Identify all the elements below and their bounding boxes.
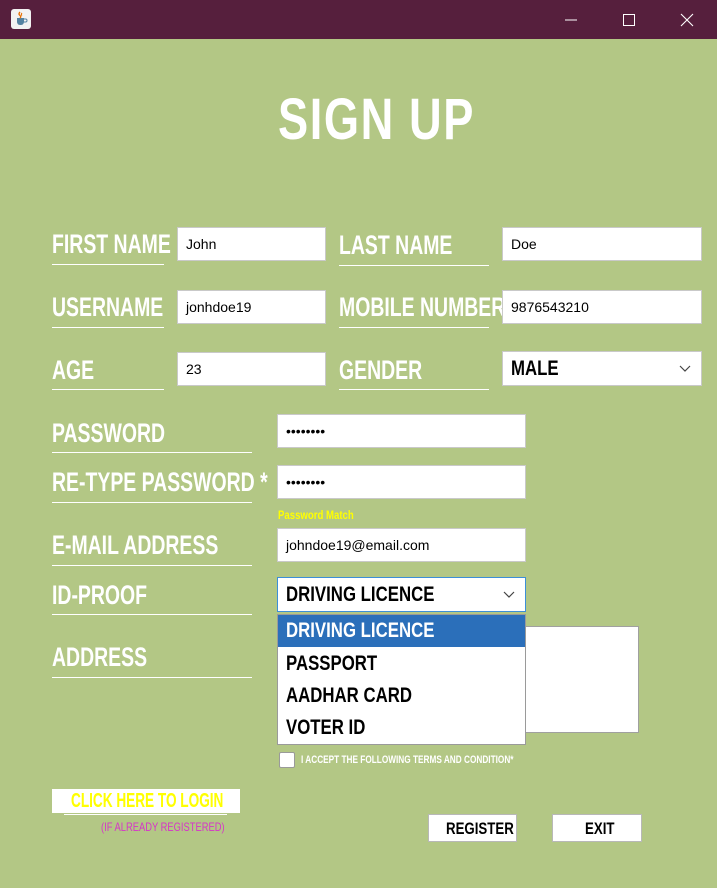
- chevron-down-icon: [503, 591, 515, 598]
- id-proof-selected-value: DRIVING LICENCE: [286, 583, 435, 606]
- retype-password-label: RE-TYPE PASSWORD *: [52, 467, 268, 497]
- minimize-button[interactable]: [542, 0, 600, 39]
- chevron-down-icon: [679, 365, 691, 372]
- address-label: ADDRESS: [52, 642, 148, 672]
- maximize-icon: [623, 14, 635, 26]
- signup-window: SIGN UP FIRST NAME John LAST NAME Doe US…: [0, 0, 717, 888]
- id-proof-option[interactable]: DRIVING LICENCE: [278, 615, 525, 647]
- close-icon: [680, 13, 694, 27]
- password-field[interactable]: ••••••••: [277, 414, 526, 448]
- terms-checkbox[interactable]: [279, 752, 295, 768]
- email-label: E-MAIL ADDRESS: [52, 530, 219, 560]
- mobile-number-underline: [339, 327, 489, 328]
- gender-selected-value: MALE: [511, 357, 559, 380]
- username-underline: [52, 327, 164, 328]
- register-button-label: REGISTER: [446, 819, 514, 838]
- age-underline: [52, 389, 164, 390]
- maximize-button[interactable]: [600, 0, 658, 39]
- mobile-number-label: MOBILE NUMBER: [339, 292, 506, 322]
- password-label: PASSWORD: [52, 418, 166, 448]
- email-underline: [52, 565, 252, 566]
- page-title: SIGN UP: [278, 87, 475, 152]
- login-link-label: CLICK HERE TO LOGIN: [71, 790, 224, 812]
- gender-label: GENDER: [339, 355, 423, 385]
- gender-underline: [339, 389, 489, 390]
- address-textarea[interactable]: [524, 626, 639, 733]
- terms-label: I ACCEPT THE FOLLOWING TERMS AND CONDITI…: [301, 754, 514, 766]
- mobile-number-field[interactable]: 9876543210: [502, 290, 702, 324]
- login-link-button[interactable]: CLICK HERE TO LOGIN: [52, 789, 240, 813]
- username-label: USERNAME: [52, 292, 164, 322]
- login-hint: (IF ALREADY REGISTERED): [101, 820, 225, 834]
- close-button[interactable]: [658, 0, 716, 39]
- last-name-field[interactable]: Doe: [502, 227, 702, 261]
- gender-select[interactable]: MALE: [502, 351, 702, 386]
- age-field[interactable]: 23: [177, 352, 326, 386]
- exit-button[interactable]: EXIT: [552, 814, 642, 842]
- exit-button-label: EXIT: [585, 819, 615, 838]
- first-name-field[interactable]: John: [177, 227, 326, 261]
- title-bar: [0, 0, 717, 39]
- id-proof-option[interactable]: AADHAR CARD: [278, 680, 525, 712]
- last-name-underline: [339, 265, 489, 266]
- password-match-status: Password Match: [278, 508, 354, 522]
- age-label: AGE: [52, 355, 95, 385]
- password-underline: [52, 452, 252, 453]
- id-proof-option[interactable]: PASSPORT: [278, 648, 525, 680]
- username-field[interactable]: jonhdoe19: [177, 290, 326, 324]
- id-proof-dropdown-list: DRIVING LICENCE PASSPORT AADHAR CARD VOT…: [277, 614, 526, 745]
- id-proof-select[interactable]: DRIVING LICENCE: [277, 577, 526, 612]
- retype-password-field[interactable]: ••••••••: [277, 465, 526, 499]
- id-proof-underline: [52, 614, 252, 615]
- retype-password-underline: [52, 502, 252, 503]
- login-underline: [64, 814, 227, 815]
- last-name-label: LAST NAME: [339, 230, 453, 260]
- first-name-label: FIRST NAME: [52, 229, 171, 259]
- java-cup-icon: [11, 9, 31, 29]
- register-button[interactable]: REGISTER: [428, 814, 517, 842]
- email-field[interactable]: johndoe19@email.com: [277, 528, 526, 562]
- first-name-underline: [52, 264, 164, 265]
- minimize-icon: [565, 19, 577, 21]
- id-proof-option[interactable]: VOTER ID: [278, 712, 525, 744]
- address-underline: [52, 677, 252, 678]
- id-proof-label: ID-PROOF: [52, 580, 148, 610]
